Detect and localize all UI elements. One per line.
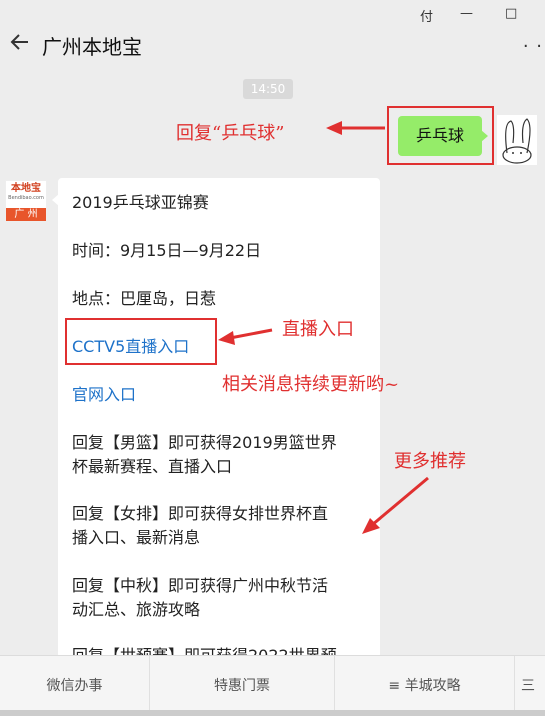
- reply-mid-line-2: 动汇总、旅游攻略: [72, 600, 201, 619]
- restore-icon[interactable]: □: [505, 6, 517, 21]
- annotation-more-hint: 更多推荐: [394, 451, 466, 472]
- reply-time: 时间：9月15日—9月22日: [72, 241, 262, 260]
- menu-icon: ≡: [388, 678, 405, 694]
- reply-place: 地点：巴厘岛，日惹: [72, 289, 217, 308]
- minimize-bar-icon[interactable]: —: [460, 6, 473, 21]
- official-site-link[interactable]: 官网入口: [72, 381, 136, 405]
- annotation-reply-hint: 回复“乒乓球”: [176, 123, 285, 144]
- highlight-cctv-link: [65, 318, 217, 365]
- bendibao-avatar[interactable]: 本地宝 Bendibao.com 广 州: [5, 180, 47, 222]
- reply-women-line-2: 播入口、最新消息: [72, 528, 201, 547]
- minimize-icon[interactable]: 付: [420, 6, 433, 25]
- bunny-avatar-icon: [502, 118, 532, 164]
- bottom-menu-bar: 微信办事 特惠门票 ≡ 羊城攻略 三: [0, 655, 545, 716]
- reply-men-line-1: 回复【男篮】即可获得2019男篮世界: [72, 433, 337, 452]
- avatar-logo-sub: Bendibao.com: [8, 195, 44, 201]
- timestamp: 14:50: [243, 79, 293, 99]
- tab-discount-tickets[interactable]: 特惠门票: [150, 656, 335, 716]
- reply-title: 2019乒乓球亚锦赛: [72, 193, 209, 212]
- my-avatar[interactable]: [497, 115, 537, 165]
- chat-title: 广州本地宝: [42, 35, 142, 59]
- more-options-icon[interactable]: · ·: [523, 36, 543, 57]
- arrow-to-message: [326, 121, 385, 135]
- horizontal-scrollbar[interactable]: [0, 710, 545, 716]
- avatar-city: 广 州: [6, 208, 46, 221]
- annotation-update-hint: 相关消息持续更新哟~: [222, 374, 400, 395]
- reply-women-line-1: 回复【女排】即可获得女排世界杯直: [72, 504, 329, 523]
- tab-guangzhou-guide-label: 羊城攻略: [404, 678, 461, 694]
- tab-wechat-services[interactable]: 微信办事: [0, 656, 150, 716]
- annotation-live-hint: 直播入口: [282, 319, 354, 340]
- reply-men-line-2: 杯最新赛程、直播入口: [72, 457, 233, 476]
- reply-mid-line-1: 回复【中秋】即可获得广州中秋节活: [72, 576, 329, 595]
- tab-cut-off[interactable]: 三: [515, 656, 545, 716]
- reply-message-card: 2019乒乓球亚锦赛 时间：9月15日—9月22日 地点：巴厘岛，日惹 CCTV…: [52, 178, 380, 665]
- title-bar: 付 — □ 广州本地宝 · ·: [0, 0, 545, 76]
- tab-guangzhou-guide[interactable]: ≡ 羊城攻略: [335, 656, 515, 716]
- back-arrow-icon[interactable]: [8, 30, 32, 54]
- my-message-bubble[interactable]: 乒乓球: [398, 116, 488, 156]
